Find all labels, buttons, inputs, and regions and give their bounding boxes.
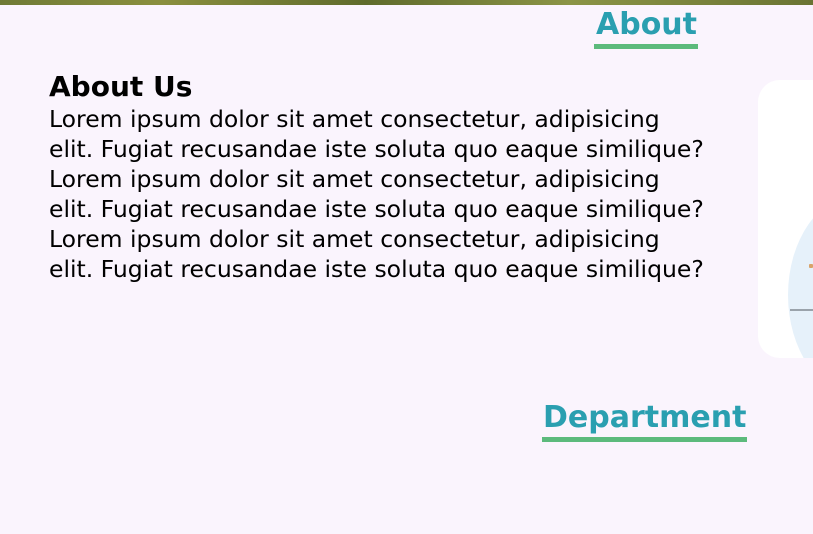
illustration-accent bbox=[809, 264, 813, 268]
about-section-link[interactable]: About bbox=[594, 7, 699, 49]
department-section-label: Department bbox=[543, 400, 747, 435]
illustration-blob bbox=[788, 195, 813, 358]
about-content: About Us Lorem ipsum dolor sit amet cons… bbox=[49, 70, 709, 284]
about-illustration-card bbox=[758, 80, 813, 358]
illustration-ground-line bbox=[790, 309, 813, 311]
about-title: About Us bbox=[49, 70, 193, 103]
department-underline bbox=[542, 437, 748, 442]
department-section-link[interactable]: Department bbox=[542, 400, 748, 442]
page: About About Us Lorem ipsum dolor sit ame… bbox=[0, 0, 813, 534]
about-paragraph: Lorem ipsum dolor sit amet consectetur, … bbox=[49, 165, 704, 223]
about-section-label: About bbox=[596, 7, 698, 42]
about-paragraph: Lorem ipsum dolor sit amet consectetur, … bbox=[49, 105, 704, 163]
about-underline bbox=[594, 44, 699, 49]
header-image-strip bbox=[0, 0, 813, 5]
about-paragraph: Lorem ipsum dolor sit amet consectetur, … bbox=[49, 225, 704, 283]
